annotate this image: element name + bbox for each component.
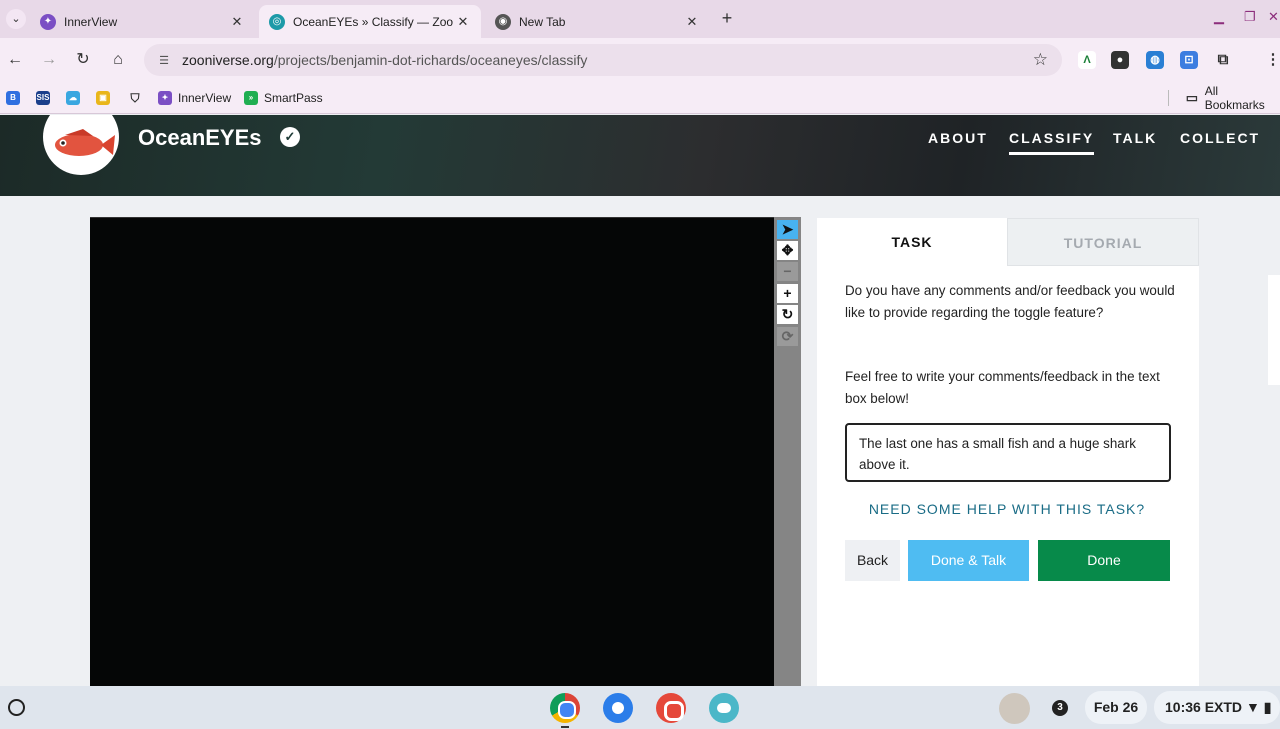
close-tab-icon[interactable]: ✕ <box>227 14 247 30</box>
project-avatar[interactable] <box>43 115 119 175</box>
extension-reader-icon[interactable]: ⊡ <box>1180 51 1198 69</box>
new-tab-button[interactable]: + <box>717 8 737 28</box>
all-bookmarks-label: All Bookmarks <box>1204 84 1265 112</box>
viewer-toolbar: ➤ ✥ − + ↻ ⟳ <box>774 217 801 686</box>
nav-classify[interactable]: CLASSIFY <box>1009 130 1095 155</box>
pan-icon[interactable]: ✥ <box>777 241 798 260</box>
extension-a-icon[interactable]: Λ <box>1078 51 1096 69</box>
chrome-app-icon[interactable] <box>550 693 580 723</box>
tab-innerview[interactable]: ✦ InnerView ✕ <box>30 5 255 38</box>
zoom-out-icon[interactable]: − <box>777 262 798 281</box>
bookmark-shield[interactable]: ⛉ <box>128 89 148 107</box>
files-app-icon[interactable] <box>709 693 739 723</box>
task-panel: TASK TUTORIAL Do you have any comments a… <box>817 218 1199 686</box>
reload-icon[interactable]: ↻ <box>72 49 94 71</box>
zooniverse-favicon-icon: ◎ <box>269 13 285 30</box>
nav-collect[interactable]: COLLECT <box>1180 130 1260 146</box>
tab-title: InnerView <box>64 14 118 29</box>
tab-task[interactable]: TASK <box>817 218 1007 266</box>
tab-new-tab[interactable]: ◉ New Tab ✕ <box>485 5 710 38</box>
forward-arrow-icon[interactable]: → <box>38 49 60 71</box>
all-bookmarks-button[interactable]: ▭ All Bookmarks <box>1185 84 1280 112</box>
tab-oceaneyes[interactable]: ◎ OceanEYEs » Classify — Zooniverse ✕ <box>259 5 481 38</box>
verified-badge-icon: ✓ <box>280 127 300 147</box>
innerview-favicon-icon: ✦ <box>40 13 56 30</box>
subject-image[interactable] <box>90 217 774 686</box>
tab-search-button[interactable]: ⌄ <box>6 9 26 29</box>
extensions-puzzle-icon[interactable]: ⧉ <box>1214 51 1232 69</box>
bookmark-cloud[interactable]: ☁ <box>66 89 86 107</box>
camera-app-icon[interactable] <box>603 693 633 723</box>
more-menu-icon[interactable]: ⋮ <box>1264 51 1280 69</box>
bookmark-innerview[interactable]: ✦ InnerView <box>158 89 231 107</box>
tab-strip: ⌄ ✦ InnerView ✕ ◎ OceanEYEs » Classify —… <box>0 0 1280 38</box>
bookmarks-divider <box>1168 90 1169 106</box>
close-tab-icon[interactable]: ✕ <box>453 14 473 30</box>
comment-textarea[interactable]: The last one has a small fish and a huge… <box>845 423 1171 482</box>
close-tab-icon[interactable]: ✕ <box>682 14 702 30</box>
extension-globe-icon[interactable]: ◍ <box>1146 51 1164 69</box>
nav-talk[interactable]: TALK <box>1113 130 1157 146</box>
bookmark-sis[interactable]: SIS <box>36 89 56 107</box>
done-button[interactable]: Done <box>1038 540 1170 581</box>
minimize-icon[interactable]: ▁ <box>1214 9 1224 25</box>
zoom-in-icon[interactable]: + <box>777 284 798 303</box>
b-icon: B <box>6 91 20 105</box>
smartpass-icon: » <box>244 91 258 105</box>
reset-icon[interactable]: ⟳ <box>777 327 798 346</box>
bookmark-smartpass[interactable]: » SmartPass <box>244 89 323 107</box>
extended-display-label: EXTD <box>1204 699 1243 715</box>
launcher-icon[interactable] <box>8 699 25 716</box>
back-arrow-icon[interactable]: ← <box>4 49 26 71</box>
wifi-icon: ▼ <box>1245 699 1260 715</box>
url-path: /projects/benjamin-dot-richards/oceaneye… <box>273 52 588 68</box>
project-header: OceanEYEs ✓ ABOUT CLASSIFY TALK COLLECT <box>0 115 1280 196</box>
date-pill[interactable]: Feb 26 <box>1085 691 1147 724</box>
shield-icon: ⛉ <box>130 91 140 105</box>
extension-spy-icon[interactable]: ● <box>1111 51 1129 69</box>
task-instruction: Feel free to write your comments/feedbac… <box>845 369 1160 406</box>
project-title[interactable]: OceanEYEs <box>138 125 262 151</box>
side-feedback-tab[interactable] <box>1268 275 1280 385</box>
rotate-icon[interactable]: ↻ <box>777 305 798 324</box>
notification-count-badge[interactable]: 3 <box>1052 700 1068 716</box>
bookmarks-bar: B SIS ☁ ▣ ⛉ ✦ InnerView » SmartPass ▭ Al… <box>0 82 1280 114</box>
classroom-icon: ▣ <box>96 91 110 105</box>
task-question: Do you have any comments and/or feedback… <box>845 283 1175 320</box>
cloud-icon: ☁ <box>66 91 80 105</box>
running-indicator <box>561 726 569 728</box>
done-and-talk-button[interactable]: Done & Talk <box>908 540 1029 581</box>
status-tray[interactable]: 10:36 EXTD ▼ ▮ <box>1154 691 1280 724</box>
system-shelf: 3 Feb 26 10:36 EXTD ▼ ▮ <box>0 686 1280 729</box>
bookmark-b[interactable]: B <box>6 89 26 107</box>
site-info-icon[interactable]: ☰ <box>154 54 174 67</box>
help-link[interactable]: NEED SOME HELP WITH THIS TASK? <box>845 501 1169 517</box>
pointer-icon[interactable]: ➤ <box>777 220 798 239</box>
folder-icon: ▭ <box>1185 90 1199 105</box>
innerview-icon: ✦ <box>158 91 172 105</box>
browser-toolbar: ← → ↻ ⌂ ☰ zooniverse.org /projects/benja… <box>0 38 1280 82</box>
bookmark-classroom[interactable]: ▣ <box>96 89 116 107</box>
url-domain: zooniverse.org <box>182 52 274 68</box>
battery-icon: ▮ <box>1263 699 1272 715</box>
chrome-favicon-icon: ◉ <box>495 13 511 30</box>
red-fish-icon <box>55 129 115 156</box>
clock-time: 10:36 <box>1165 699 1201 715</box>
bookmark-label: SmartPass <box>264 91 323 105</box>
tab-title: OceanEYEs » Classify — Zooniverse <box>293 14 453 29</box>
restore-icon[interactable]: ❐ <box>1244 9 1256 25</box>
canvas-app-icon[interactable] <box>656 693 686 723</box>
address-bar[interactable]: ☰ zooniverse.org /projects/benjamin-dot-… <box>144 44 1062 76</box>
bookmark-label: InnerView <box>178 91 232 105</box>
tab-tutorial[interactable]: TUTORIAL <box>1007 218 1199 266</box>
home-icon[interactable]: ⌂ <box>107 49 129 71</box>
sis-icon: SIS <box>36 91 50 105</box>
tab-title: New Tab <box>519 14 566 29</box>
nav-about[interactable]: ABOUT <box>928 130 988 146</box>
close-window-icon[interactable]: ✕ <box>1268 9 1279 25</box>
back-button[interactable]: Back <box>845 540 900 581</box>
holding-space-thumbnail[interactable] <box>999 693 1030 724</box>
bookmark-star-icon[interactable]: ☆ <box>1033 50 1048 70</box>
